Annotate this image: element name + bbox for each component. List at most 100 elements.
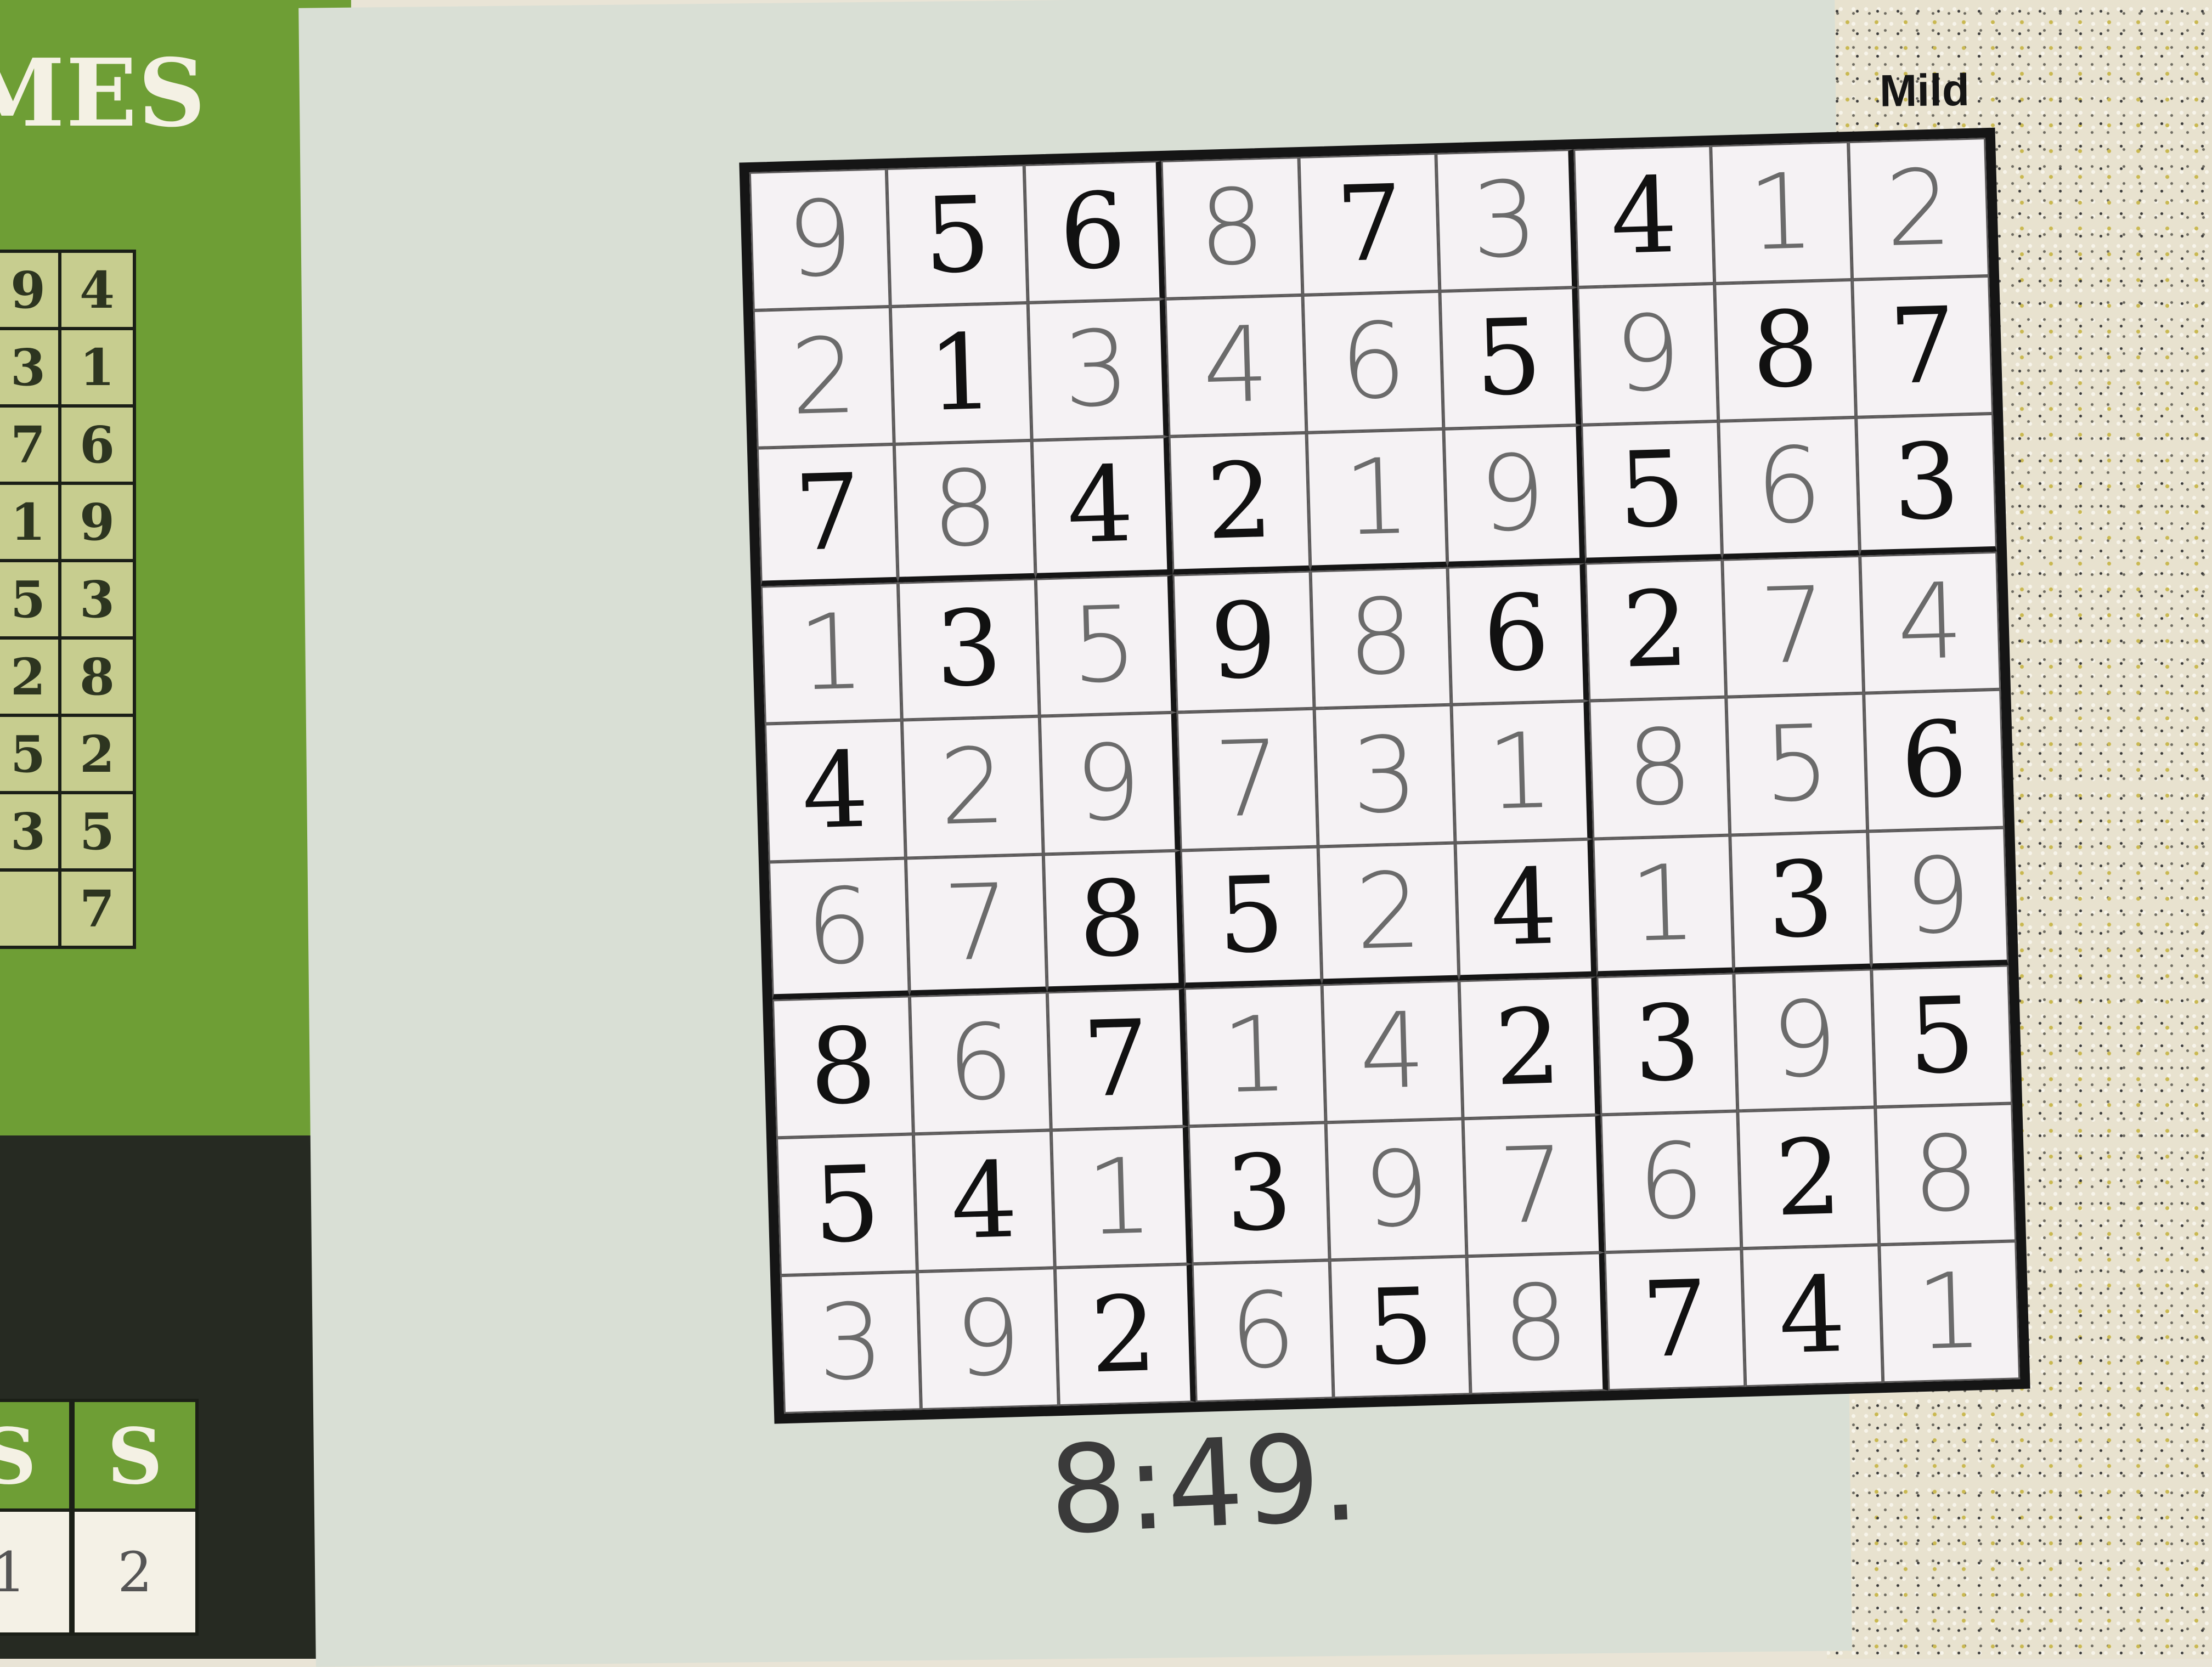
sudoku-cell-given: 2 (1169, 432, 1311, 575)
sudoku-cell-given: 2 (1054, 1264, 1197, 1406)
sudoku-cell-handwritten: 2 (753, 306, 895, 448)
sudoku-cell-handwritten: 6 (768, 858, 910, 1000)
sudoku-cell-handwritten: 1 (1051, 1126, 1193, 1268)
mini-grid-cell: 3 (0, 330, 58, 404)
sudoku-cell-handwritten: 1 (1593, 835, 1734, 977)
number-puzzle-cell: 1 (0, 1508, 72, 1636)
sudoku-cell-handwritten: 1 (1878, 1241, 2021, 1383)
sudoku-cell-given: 2 (1459, 976, 1601, 1119)
mini-grid-cell: 7 (61, 872, 133, 946)
sudoku-cell-handwritten: 5 (1726, 693, 1867, 835)
sudoku-cell-handwritten: 8 (1466, 1252, 1609, 1395)
sudoku-cell-handwritten: 7 (1176, 708, 1318, 851)
sudoku-cell-handwritten: 3 (780, 1272, 922, 1414)
difficulty-label: Mild (1879, 65, 1970, 116)
mini-grid-cell: 3 (0, 794, 58, 868)
sudoku-cell-handwritten: 1 (1451, 700, 1593, 843)
sudoku-cell-given: 4 (764, 720, 906, 862)
mini-grid-cell: 5 (61, 794, 133, 868)
completion-time: 8:49. (1046, 1406, 1362, 1562)
sudoku-cell-given: 2 (1584, 559, 1726, 701)
mini-grid-cell (0, 872, 58, 946)
sudoku-cell-given: 5 (1871, 965, 2013, 1107)
sudoku-cell-given: 8 (772, 996, 914, 1138)
sudoku-cell-given: 1 (890, 302, 1032, 444)
sudoku-cell-given: 3 (1188, 1122, 1330, 1264)
sudoku-cell-given: 4 (913, 1130, 1055, 1272)
sudoku-cell-given: 4 (1573, 145, 1715, 287)
sudoku-cell-handwritten: 6 (1192, 1260, 1334, 1403)
mini-grid-cell: 1 (0, 485, 58, 559)
sudoku-cell-given: 7 (1047, 988, 1189, 1131)
sudoku-cell-handwritten: 7 (1722, 555, 1864, 697)
mini-grid-cell: 6 (61, 408, 133, 482)
sudoku-cell-handwritten: 7 (1463, 1115, 1605, 1257)
adjacent-magazine-page: MES 94317619532852357 S S 1 2 (0, 0, 351, 1659)
sudoku-cell-handwritten: 2 (1318, 843, 1459, 985)
sudoku-cell-handwritten: 3 (1314, 704, 1455, 847)
sudoku-cell-given: 9 (1172, 570, 1314, 713)
sudoku-cell-handwritten: 6 (1600, 1111, 1742, 1253)
sudoku-cell-handwritten: 2 (1848, 138, 1989, 280)
sudoku-cell-handwritten: 9 (1734, 969, 1875, 1111)
mini-grid-cell: 2 (61, 717, 133, 791)
mini-grid-cell: 7 (0, 408, 58, 482)
sudoku-cell-handwritten: 9 (749, 168, 891, 310)
sudoku-cell-given: 3 (1596, 973, 1738, 1115)
sudoku-cell-given: 6 (1024, 161, 1165, 303)
sudoku-cell-handwritten: 6 (910, 992, 1051, 1134)
sudoku-cell-given: 7 (757, 444, 899, 586)
sudoku-cell-handwritten: 1 (760, 582, 902, 724)
mini-grid-cell: 1 (61, 330, 133, 404)
mini-grid-cell: 9 (0, 253, 58, 327)
mini-grid-cell: 3 (61, 562, 133, 636)
sudoku-cell-given: 4 (1031, 436, 1173, 579)
sudoku-cell-given: 3 (898, 578, 1040, 720)
sudoku-cell-given: 8 (1714, 279, 1856, 421)
sudoku-cell-given: 5 (1581, 421, 1723, 563)
sudoku-cell-given: 5 (1180, 846, 1322, 988)
sudoku-cell-handwritten: 9 (917, 1268, 1059, 1410)
sudoku-board: 9568734122134659877842195631359862744297… (739, 127, 2030, 1424)
sudoku-cell-handwritten: 8 (1161, 157, 1303, 299)
mini-grid-cell: 2 (0, 640, 58, 714)
sudoku-cell-given: 5 (776, 1134, 918, 1276)
sudoku-cell-given: 2 (1737, 1107, 1879, 1249)
sudoku-cell-given: 5 (1440, 287, 1581, 429)
puzzle-paper: Mild 95687341221346598778421956313598627… (298, 0, 2030, 1667)
mini-grid-cell: 5 (0, 717, 58, 791)
sudoku-cell-handwritten: 3 (1436, 149, 1577, 291)
word-puzzle-cell: S (71, 1399, 199, 1515)
sudoku-cell-handwritten: 7 (906, 854, 1047, 996)
page-title-fragment: MES (0, 38, 207, 148)
mini-grid-cell: 5 (0, 562, 58, 636)
sudoku-cell-given: 7 (1299, 153, 1440, 295)
sudoku-cell-given: 6 (1447, 563, 1589, 705)
sudoku-cell-given: 3 (1855, 413, 1997, 556)
sudoku-cell-handwritten: 9 (1867, 827, 2009, 969)
mini-grid-cell: 9 (61, 485, 133, 559)
sudoku-cell-given: 7 (1852, 275, 1993, 417)
mini-grid-cell: 4 (61, 253, 133, 327)
sudoku-cell-handwritten: 8 (894, 440, 1036, 583)
sudoku-cell-handwritten: 8 (1875, 1103, 2017, 1245)
sudoku-cell-handwritten: 9 (1443, 425, 1585, 567)
sudoku-cell-given: 5 (1329, 1256, 1471, 1399)
sudoku-cell-handwritten: 4 (1165, 295, 1307, 437)
sudoku-cell-handwritten: 6 (1302, 291, 1444, 433)
sudoku-cell-handwritten: 8 (1589, 697, 1730, 839)
sudoku-cell-handwritten: 5 (1035, 574, 1177, 716)
sudoku-cell-handwritten: 1 (1184, 984, 1326, 1127)
sudoku-cell-given: 4 (1455, 839, 1597, 981)
mini-grid-cell: 8 (61, 640, 133, 714)
sudoku-cell-handwritten: 2 (902, 716, 1043, 858)
sudoku-cell-given: 7 (1604, 1248, 1746, 1391)
sudoku-cell-handwritten: 9 (1577, 283, 1719, 425)
sudoku-cell-given: 8 (1043, 850, 1185, 992)
sudoku-cell-handwritten: 1 (1306, 428, 1448, 571)
sudoku-cell-given: 6 (1863, 689, 2005, 832)
word-puzzle-cell: S (0, 1399, 72, 1515)
sudoku-cell-given: 5 (887, 165, 1028, 307)
sudoku-cell-handwritten: 8 (1310, 567, 1452, 709)
sudoku-cell-handwritten: 9 (1325, 1118, 1467, 1261)
